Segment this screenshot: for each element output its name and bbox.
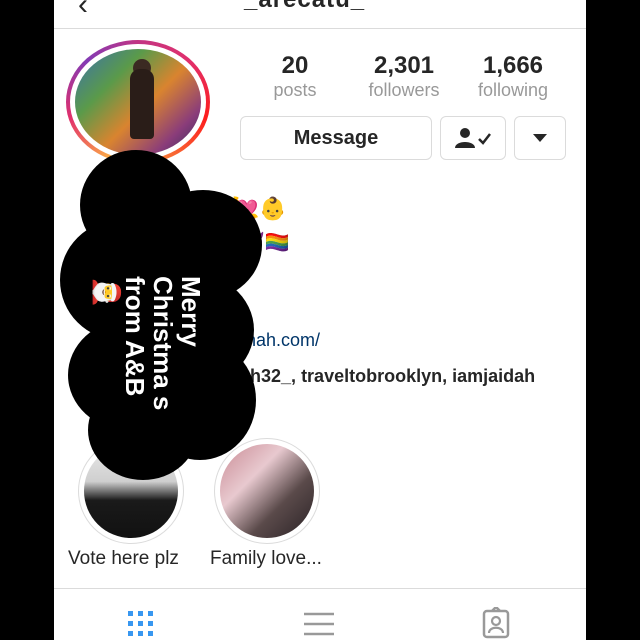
profile-tab-bar <box>54 588 586 640</box>
top-bar: ‹ _arecatu_ <box>54 0 586 29</box>
tag-separator-2: , <box>442 366 453 386</box>
stat-following[interactable]: 1,666 following <box>458 52 568 100</box>
posts-count: 20 <box>281 52 309 79</box>
tagged-user-2[interactable]: traveltobrooklyn <box>301 366 442 386</box>
tagged-person-icon[interactable] <box>482 607 510 639</box>
tag-separator-1: , <box>291 366 302 386</box>
tagged-user-3[interactable]: iamjaidah <box>452 366 535 386</box>
followers-label: followers <box>368 80 440 100</box>
avatar[interactable] <box>66 40 210 164</box>
grid-icon[interactable] <box>128 611 154 637</box>
more-options-button[interactable] <box>514 116 566 160</box>
following-count: 1,666 <box>482 52 544 79</box>
stat-posts[interactable]: 20 posts <box>240 52 350 100</box>
followers-count: 2,301 <box>373 52 435 79</box>
arrow-left-icon[interactable]: ‹ <box>78 0 88 22</box>
following-label: following <box>477 80 549 100</box>
highlight-vote-label: Vote here plz <box>68 548 179 569</box>
caret-down-icon <box>533 134 547 142</box>
message-button[interactable]: Message <box>240 116 432 160</box>
person-check-icon <box>455 128 491 148</box>
stat-followers[interactable]: 2,301 followers <box>349 52 459 100</box>
list-icon[interactable] <box>304 611 334 637</box>
profile-screen: ‹ _arecatu_ 20 posts 2,301 followers 1,6… <box>54 0 586 640</box>
posts-label: posts <box>273 80 317 100</box>
following-button[interactable] <box>440 116 506 160</box>
merry-christmas-sticker: Merry Christma s from A&B 🎅 <box>54 150 264 480</box>
profile-username: _arecatu_ <box>244 0 365 14</box>
sticker-text: Merry Christma s from A&B 🎅 <box>92 276 206 411</box>
highlight-family-label: Family love... <box>210 548 322 569</box>
avatar-photo <box>75 49 201 155</box>
tagged-users: sh32_, traveltobrooklyn, iamjaidah <box>240 366 535 387</box>
avatar-photo-figure <box>130 69 154 139</box>
